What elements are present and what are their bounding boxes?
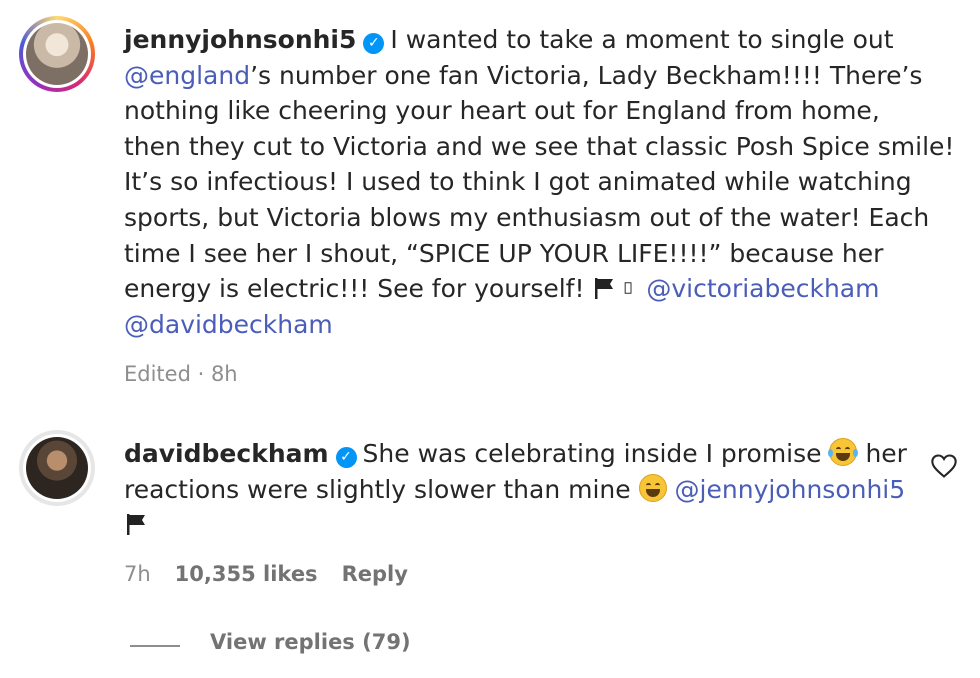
verified-badge-icon: ✓ [363,33,385,54]
mention-victoriabeckham[interactable]: @victoriabeckham [646,274,879,303]
tears-of-joy-emoji-icon [828,438,859,466]
likes-count[interactable]: 10,355 likes [175,562,318,586]
comment-text: ’s number one fan Victoria, Lady Beckham… [250,60,923,90]
comment-meta: Edited · 8h [124,362,238,386]
avatar-jennyjohnsonhi5[interactable] [19,16,95,92]
verified-badge-icon: ✓ [335,447,357,468]
comment-text: her [865,439,907,468]
reply-button[interactable]: Reply [342,562,408,586]
comment-text: energy is electric!!! See for yourself! [124,274,585,304]
comment-body: davidbeckham ✓ She was celebrating inside … [124,436,924,543]
comment-text: I wanted to take a moment to single out [390,25,894,54]
username[interactable]: davidbeckham [124,439,329,468]
laughing-emoji-icon [638,473,667,502]
avatar-image [26,23,88,85]
view-replies-button[interactable]: View replies (79) [210,630,411,654]
edited-time: Edited · 8h [124,362,238,386]
comment-text: She was celebrating inside I promise [362,439,822,468]
black-flag-icon [127,514,145,536]
comment-text: sports, but Victoria blows my enthusiasm… [124,202,930,232]
black-flag-icon [595,278,614,300]
comment-time: 7h [124,562,151,586]
comment-text: It’s so infectious! I used to think I go… [124,167,912,197]
avatar-image [26,437,88,499]
heart-outline-icon[interactable] [930,453,958,479]
comment-text: time I see her I shout, “SPICE UP YOUR L… [124,238,884,268]
comment-meta: 7h 10,355 likes Reply [124,562,408,586]
mention-jennyjohnsonhi5[interactable]: @jennyjohnsonhi5 [675,475,906,504]
mention-england[interactable]: @england [124,61,250,90]
comment-body: jennyjohnsonhi5 ✓ I wanted to take a momen… [124,22,964,342]
comment-text: reactions were slightly slower than mine [124,474,631,504]
username[interactable]: jennyjohnsonhi5 [124,25,356,54]
replies-divider [130,645,180,647]
comment-text: then they cut to Victoria and we see tha… [124,131,955,161]
missing-glyph-icon [625,282,632,294]
comment-text: nothing like cheering your heart out for… [124,96,880,126]
avatar-davidbeckham[interactable] [19,430,95,506]
mention-davidbeckham[interactable]: @davidbeckham [124,310,333,339]
